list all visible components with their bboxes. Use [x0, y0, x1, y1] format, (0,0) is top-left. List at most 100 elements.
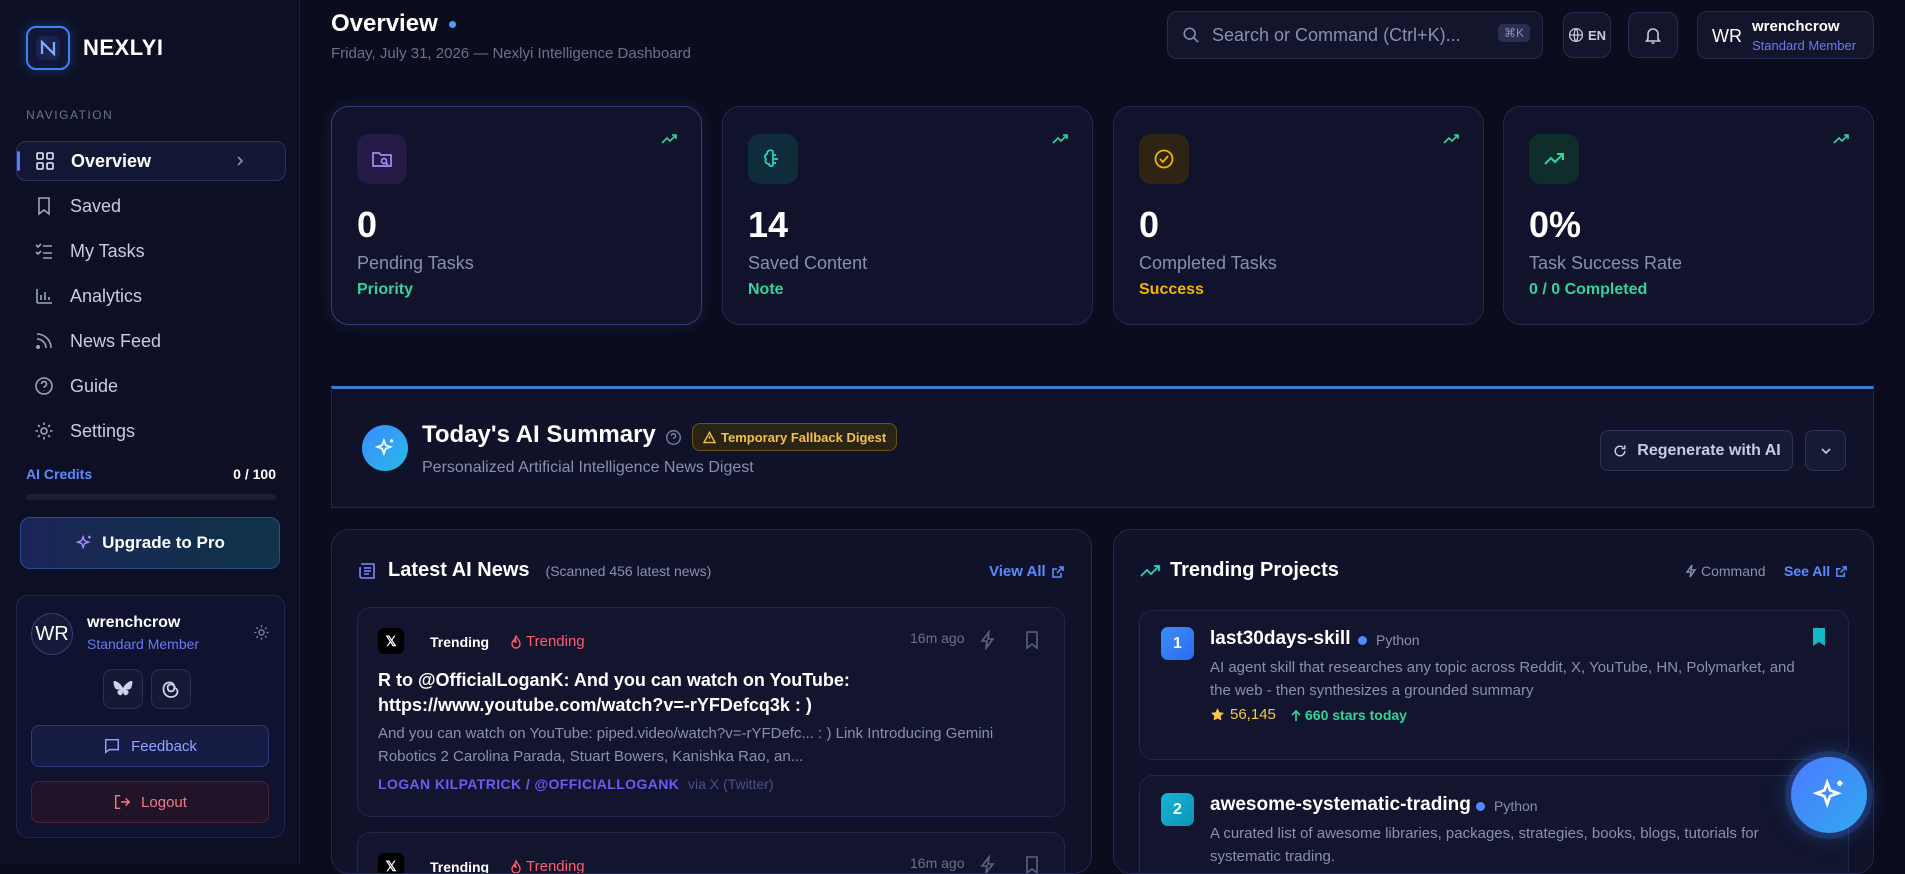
expand-summary-button[interactable]	[1805, 430, 1846, 471]
page-subtitle: Friday, July 31, 2026 — Nexlyi Intellige…	[331, 45, 691, 62]
ai-assistant-fab-button[interactable]	[1791, 757, 1867, 833]
latest-news-title: Latest AI News	[388, 559, 530, 581]
sparkles-icon	[1812, 778, 1843, 808]
bolt-icon[interactable]	[978, 855, 998, 874]
command-button[interactable]: Command	[1685, 563, 1766, 579]
upgrade-to-pro-button[interactable]: Upgrade to Pro	[20, 517, 280, 569]
stat-value: 0%	[1529, 204, 1582, 245]
news-author[interactable]: LOGAN KILPATRICK / @OFFICIALLOGANK	[378, 776, 679, 792]
user-name: wrenchcrow	[87, 614, 181, 631]
stat-label: Task Success Rate	[1529, 253, 1683, 273]
badge-label: Temporary Fallback Digest	[721, 429, 887, 445]
bookmark-icon[interactable]	[1022, 630, 1042, 650]
star-icon	[1211, 708, 1224, 721]
chevron-right-icon	[237, 156, 244, 166]
sidebar-item-guide[interactable]: Guide	[16, 366, 286, 406]
sidebar-item-my-tasks[interactable]: My Tasks	[16, 231, 286, 271]
latest-news-header: Latest AI News (Scanned 456 latest news)	[357, 559, 711, 582]
help-circle-icon[interactable]	[665, 429, 682, 446]
stat-card-pending-tasks[interactable]: 0 Pending Tasks Priority	[331, 106, 702, 325]
bluesky-button[interactable]	[103, 669, 143, 709]
refresh-icon	[1614, 444, 1626, 456]
sidebar-item-label: Overview	[71, 150, 152, 171]
gear-icon	[35, 422, 53, 440]
project-item[interactable]: 1 last30days-skill Python AI agent skill…	[1139, 610, 1849, 760]
stat-card-completed-tasks[interactable]: 0 Completed Tasks Success	[1113, 106, 1484, 325]
language-label: Python	[1376, 632, 1420, 648]
external-link-icon	[1051, 565, 1064, 578]
sidebar-item-news-feed[interactable]: News Feed	[16, 321, 286, 361]
user-menu-button[interactable]: WR wrenchcrow Standard Member	[1697, 11, 1874, 59]
avatar: WR	[1712, 26, 1742, 46]
search-bar[interactable]: ⌘K	[1167, 11, 1543, 59]
stat-value: 0	[1139, 204, 1160, 245]
project-item[interactable]: 2 awesome-systematic-trading Python A cu…	[1139, 775, 1849, 873]
news-item[interactable]: 𝕏 Trending Trending 16m ago R to @Offici…	[357, 607, 1065, 817]
see-all-projects-link[interactable]: See All	[1784, 563, 1848, 579]
news-title[interactable]: R to @OfficialLoganK: And you can watch …	[378, 668, 1028, 718]
stars-today-label: 660 stars today	[1305, 707, 1407, 723]
trend-up-icon	[1140, 564, 1160, 577]
sidebar-item-label: My Tasks	[70, 240, 145, 261]
trend-up-icon	[1052, 134, 1068, 144]
logout-button[interactable]: Logout	[31, 781, 269, 823]
user-settings-gear-icon[interactable]	[253, 624, 270, 641]
sidebar-item-saved[interactable]: Saved	[16, 186, 286, 226]
search-shortcut-badge: ⌘K	[1497, 24, 1530, 42]
page-title-text: Overview	[331, 10, 438, 37]
bookmark-icon	[38, 197, 50, 216]
sidebar-item-analytics[interactable]: Analytics	[16, 276, 286, 316]
language-dot	[1476, 801, 1485, 811]
language-dot	[1358, 635, 1367, 645]
latest-news-panel: Latest AI News (Scanned 456 latest news)…	[331, 529, 1092, 874]
view-all-news-link[interactable]: View All	[989, 563, 1065, 580]
sidebar-item-overview[interactable]: Overview	[16, 141, 286, 181]
stat-value: 0	[357, 204, 378, 245]
project-name[interactable]: last30days-skill	[1210, 628, 1350, 650]
bar-chart-icon	[36, 289, 52, 304]
sidebar-item-label: Analytics	[70, 285, 143, 306]
stat-card-saved-content[interactable]: 14 Saved Content Note	[722, 106, 1093, 325]
ai-summary-subtitle: Personalized Artificial Intelligence New…	[422, 459, 754, 476]
bookmark-icon[interactable]	[1022, 855, 1042, 874]
sidebar-item-label: Settings	[70, 420, 136, 441]
stat-label: Completed Tasks	[1139, 253, 1277, 273]
project-name[interactable]: awesome-systematic-trading	[1210, 794, 1471, 816]
app-name: NEXLYI	[83, 35, 164, 60]
brain-icon	[748, 134, 798, 184]
globe-icon	[1568, 27, 1584, 43]
message-square-icon	[105, 738, 120, 754]
view-all-label: View All	[989, 563, 1046, 580]
threads-icon	[162, 681, 179, 698]
news-item[interactable]: 𝕏 Trending Trending 16m ago	[357, 832, 1065, 874]
user-card: WR wrenchcrow Standard Member Feedback L…	[16, 595, 285, 838]
sidebar-item-settings[interactable]: Settings	[16, 411, 286, 451]
upgrade-label: Upgrade to Pro	[102, 533, 225, 552]
avatar[interactable]: WR	[31, 613, 73, 655]
newspaper-icon	[359, 562, 375, 579]
stars-count: 56,145	[1230, 706, 1276, 723]
project-rank: 1	[1161, 627, 1194, 660]
search-input[interactable]	[1212, 24, 1482, 46]
search-icon	[1183, 27, 1199, 43]
threads-button[interactable]	[151, 669, 191, 709]
stat-card-task-success-rate[interactable]: 0% Task Success Rate 0 / 0 Completed	[1503, 106, 1874, 325]
regenerate-with-ai-button[interactable]: Regenerate with AI	[1600, 430, 1793, 471]
language-switcher[interactable]: EN	[1563, 12, 1611, 58]
bolt-icon[interactable]	[978, 630, 998, 650]
fallback-digest-badge: Temporary Fallback Digest	[692, 423, 898, 451]
user-role: Standard Member	[87, 636, 200, 652]
feedback-button[interactable]: Feedback	[31, 725, 269, 767]
see-all-label: See All	[1784, 563, 1831, 579]
bookmark-filled-icon[interactable]	[1810, 627, 1828, 647]
ai-credits-value: 0 / 100	[233, 466, 276, 482]
arrow-up-icon	[1291, 709, 1301, 721]
sidebar: NEXLYI NAVIGATION Overview Saved My Task…	[0, 0, 300, 864]
sparkles-icon	[75, 534, 91, 550]
notifications-button[interactable]	[1628, 12, 1678, 58]
feedback-label: Feedback	[131, 737, 197, 755]
nav-section-label: NAVIGATION	[26, 108, 114, 122]
project-stars: 56,145	[1210, 706, 1276, 723]
news-via: via X (Twitter)	[688, 776, 774, 792]
app-logo[interactable]: NEXLYI	[26, 26, 163, 70]
